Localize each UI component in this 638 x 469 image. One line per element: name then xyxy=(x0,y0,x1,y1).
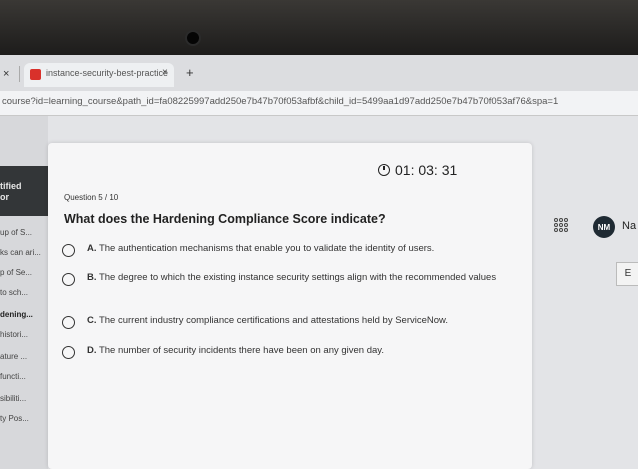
browser-tab-active[interactable]: instance-security-best-practice × xyxy=(24,63,174,87)
avatar[interactable]: NM xyxy=(593,216,615,238)
option-letter: C. xyxy=(87,315,97,326)
sidebar-item[interactable]: ty Pos... xyxy=(0,414,29,423)
sidebar-header-line1: tified xyxy=(0,181,22,191)
user-name[interactable]: Na xyxy=(622,220,636,232)
countdown-timer: 01: 03: 31 xyxy=(378,162,457,178)
radio-button[interactable] xyxy=(62,244,75,257)
option-label: C. The current industry compliance certi… xyxy=(87,315,448,327)
radio-button[interactable] xyxy=(62,273,75,286)
sidebar-item[interactable]: up of S... xyxy=(0,228,32,237)
option-text: The number of security incidents there h… xyxy=(98,345,384,356)
timer-value: 01: 03: 31 xyxy=(395,162,458,178)
answer-option-a[interactable]: A. The authentication mechanisms that en… xyxy=(62,243,502,257)
favicon-icon xyxy=(30,69,41,80)
webcam xyxy=(185,30,201,46)
option-letter: A. xyxy=(87,243,97,254)
tab-title: instance-security-best-practice xyxy=(46,68,169,78)
clock-icon xyxy=(378,164,390,176)
tab-divider xyxy=(19,66,20,82)
radio-button[interactable] xyxy=(62,346,75,359)
option-text: The current industry compliance certific… xyxy=(98,315,449,326)
sidebar-item-active[interactable]: dening... xyxy=(0,310,33,319)
side-panel-button[interactable]: E xyxy=(616,262,638,286)
sidebar-item[interactable]: ks can ari... xyxy=(0,248,41,257)
url-text[interactable]: course?id=learning_course&path_id=fa0822… xyxy=(2,96,558,107)
radio-button[interactable] xyxy=(62,316,75,329)
sidebar-header-line2: or xyxy=(0,192,9,202)
prev-tab-close-icon[interactable]: × xyxy=(3,68,9,80)
course-sidebar: tified or up of S... ks can ari... p of … xyxy=(0,116,48,469)
tab-close-icon[interactable]: × xyxy=(162,67,168,78)
answer-option-d[interactable]: D. The number of security incidents ther… xyxy=(62,345,512,359)
option-label: B. The degree to which the existing inst… xyxy=(87,272,496,284)
laptop-bezel xyxy=(0,0,638,55)
sidebar-header: tified or xyxy=(0,166,48,216)
new-tab-button[interactable]: + xyxy=(186,65,194,80)
quiz-card xyxy=(48,143,532,469)
option-letter: D. xyxy=(87,345,97,356)
answer-option-b[interactable]: B. The degree to which the existing inst… xyxy=(62,272,512,286)
option-label: D. The number of security incidents ther… xyxy=(87,345,384,357)
address-bar[interactable]: course?id=learning_course&path_id=fa0822… xyxy=(0,91,638,116)
answer-option-c[interactable]: C. The current industry compliance certi… xyxy=(62,315,512,329)
browser-tab-bar: × instance-security-best-practice × + xyxy=(0,55,638,91)
sidebar-item[interactable]: functi... xyxy=(0,372,26,381)
sidebar-item[interactable]: histori... xyxy=(0,330,28,339)
question-text: What does the Hardening Compliance Score… xyxy=(64,212,386,226)
question-counter: Question 5 / 10 xyxy=(64,193,119,202)
option-text: The degree to which the existing instanc… xyxy=(98,272,497,283)
sidebar-item[interactable]: to sch... xyxy=(0,288,28,297)
sidebar-item[interactable]: sibiliti... xyxy=(0,394,26,403)
apps-grid-icon[interactable] xyxy=(554,218,568,232)
sidebar-item[interactable]: p of Se... xyxy=(0,268,32,277)
option-label: A. The authentication mechanisms that en… xyxy=(87,243,434,255)
option-letter: B. xyxy=(87,272,97,283)
option-text: The authentication mechanisms that enabl… xyxy=(98,243,435,254)
sidebar-item[interactable]: ature ... xyxy=(0,352,27,361)
